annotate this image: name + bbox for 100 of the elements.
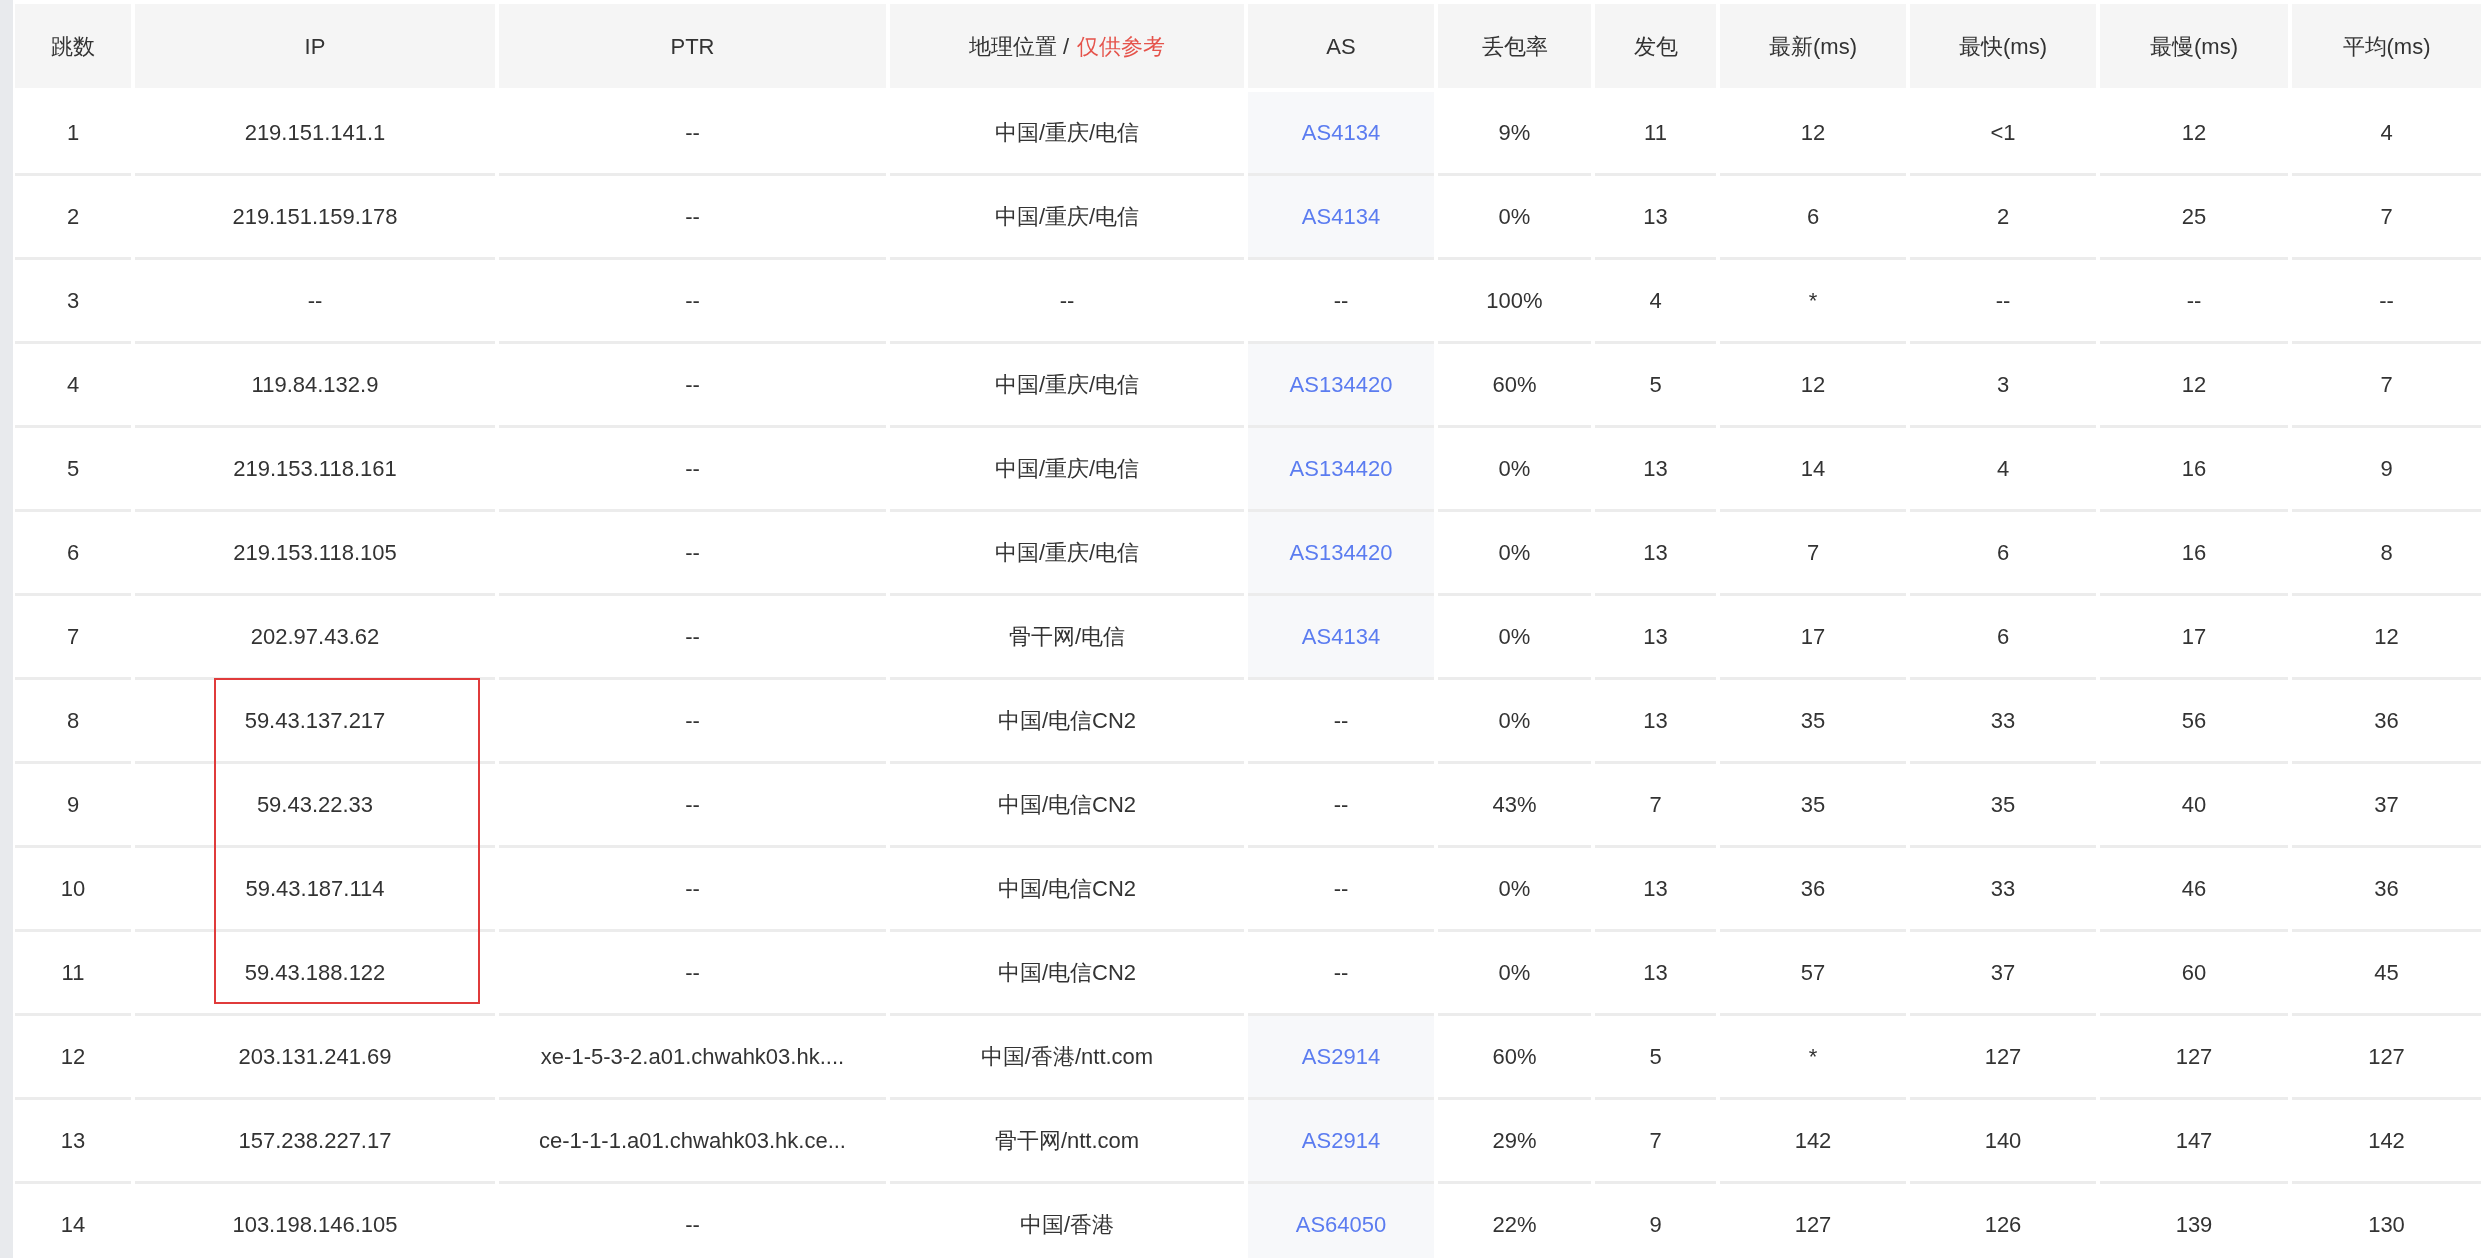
fastest-cell: <1 [1910,92,2096,176]
fastest-cell: 140 [1910,1100,2096,1184]
hop-cell: 7 [15,596,131,680]
sent-cell: 13 [1595,428,1716,512]
sent-cell: 13 [1595,176,1716,260]
slowest-cell: 46 [2100,848,2288,932]
location-cell: 中国/电信CN2 [890,932,1244,1016]
location-cell: 中国/重庆/电信 [890,92,1244,176]
ptr-cell: -- [499,176,886,260]
loss-cell: 0% [1438,848,1591,932]
column-header: 最新(ms) [1720,4,1906,88]
latest-cell: 35 [1720,764,1906,848]
as-link[interactable]: AS4134 [1248,92,1434,173]
as-link[interactable]: AS134420 [1248,344,1434,425]
sent-cell: 9 [1595,1184,1716,1258]
hop-cell: 4 [15,344,131,428]
fastest-cell: 2 [1910,176,2096,260]
ip-cell: 219.151.141.1 [135,92,495,176]
loss-cell: 43% [1438,764,1591,848]
loss-cell: 0% [1438,512,1591,596]
column-header: 地理位置 / 仅供参考 [890,4,1244,88]
hop-cell: 6 [15,512,131,596]
slowest-cell: 16 [2100,428,2288,512]
ptr-cell: -- [499,680,886,764]
hop-cell: 2 [15,176,131,260]
ip-cell: -- [135,260,495,344]
slowest-cell: 12 [2100,344,2288,428]
location-cell: 中国/电信CN2 [890,764,1244,848]
latest-cell: 14 [1720,428,1906,512]
average-cell: 36 [2292,680,2481,764]
ptr-cell: -- [499,932,886,1016]
average-cell: 127 [2292,1016,2481,1100]
fastest-cell: 6 [1910,596,2096,680]
sent-cell: 13 [1595,848,1716,932]
as-cell-text: -- [1333,707,1349,735]
as-link[interactable]: AS2914 [1248,1100,1434,1181]
as-link[interactable]: AS64050 [1248,1184,1434,1258]
location-cell: 中国/重庆/电信 [890,344,1244,428]
location-cell: 中国/电信CN2 [890,680,1244,764]
average-cell: 4 [2292,92,2481,176]
ip-cell: 59.43.137.217 [135,680,495,764]
as-link[interactable]: AS2914 [1248,1016,1434,1097]
column-header: 最慢(ms) [2100,4,2288,88]
ptr-cell: -- [499,764,886,848]
header-note: 仅供参考 [1077,32,1166,61]
loss-cell: 9% [1438,92,1591,176]
latest-cell: * [1720,1016,1906,1100]
location-cell: 骨干网/电信 [890,596,1244,680]
average-cell: 142 [2292,1100,2481,1184]
slowest-cell: 12 [2100,92,2288,176]
ptr-cell: -- [499,596,886,680]
location-cell: 中国/电信CN2 [890,848,1244,932]
as-link[interactable]: AS4134 [1248,596,1434,677]
loss-cell: 60% [1438,1016,1591,1100]
hop-cell: 12 [15,1016,131,1100]
location-cell: 中国/重庆/电信 [890,512,1244,596]
fastest-cell: 35 [1910,764,2096,848]
ptr-cell: ce-1-1-1.a01.chwahk03.hk.ce... [499,1100,886,1184]
as-cell-text: -- [1333,287,1349,315]
hop-cell: 14 [15,1184,131,1258]
as-link[interactable]: AS134420 [1248,428,1434,509]
sent-cell: 11 [1595,92,1716,176]
hop-cell: 8 [15,680,131,764]
average-cell: 130 [2292,1184,2481,1258]
fastest-cell: 6 [1910,512,2096,596]
ptr-cell: -- [499,848,886,932]
latest-cell: 57 [1720,932,1906,1016]
fastest-cell: 37 [1910,932,2096,1016]
latest-cell: * [1720,260,1906,344]
loss-cell: 0% [1438,176,1591,260]
sent-cell: 13 [1595,512,1716,596]
ptr-cell: -- [499,512,886,596]
as-link[interactable]: AS134420 [1248,512,1434,593]
loss-cell: 0% [1438,428,1591,512]
fastest-cell: 33 [1910,848,2096,932]
ip-cell: 119.84.132.9 [135,344,495,428]
fastest-cell: 126 [1910,1184,2096,1258]
slowest-cell: 56 [2100,680,2288,764]
column-header: 平均(ms) [2292,4,2481,88]
ptr-cell: -- [499,92,886,176]
column-header: IP [135,4,495,88]
average-cell: 7 [2292,344,2481,428]
slowest-cell: 147 [2100,1100,2288,1184]
ip-cell: 59.43.187.114 [135,848,495,932]
sent-cell: 13 [1595,596,1716,680]
fastest-cell: 33 [1910,680,2096,764]
sent-cell: 7 [1595,764,1716,848]
loss-cell: 22% [1438,1184,1591,1258]
as-cell-text: -- [1333,875,1349,903]
slowest-cell: 127 [2100,1016,2288,1100]
hop-cell: 5 [15,428,131,512]
average-cell: 36 [2292,848,2481,932]
sent-cell: 4 [1595,260,1716,344]
ip-cell: 202.97.43.62 [135,596,495,680]
as-link[interactable]: AS4134 [1248,176,1434,257]
average-cell: 37 [2292,764,2481,848]
loss-cell: 29% [1438,1100,1591,1184]
latest-cell: 6 [1720,176,1906,260]
fastest-cell: 127 [1910,1016,2096,1100]
hop-cell: 11 [15,932,131,1016]
